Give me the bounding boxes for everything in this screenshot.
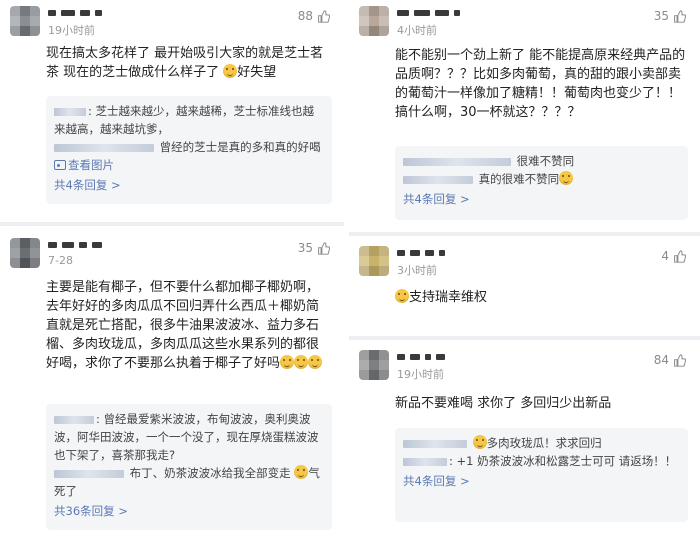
reply-username-blurred[interactable] <box>54 469 124 478</box>
comment-screenshot-collage: 19小时前 88 现在搞太多花样了 最开始吸引大家的就是芝士茗茶 现在的芝士做成… <box>0 0 700 540</box>
avatar[interactable] <box>10 6 40 36</box>
grin-emoji-icon <box>395 289 409 303</box>
smile-emoji-icon <box>223 64 238 78</box>
grin-emoji-icon <box>472 435 487 449</box>
username-blurred[interactable] <box>48 8 102 18</box>
reply-username-blurred[interactable] <box>403 457 447 466</box>
smile-emoji-icon <box>294 355 309 369</box>
reply-item: 曾经的芝士是真的多和真的好喝查看图片 <box>54 138 324 174</box>
reply-username-blurred[interactable] <box>54 415 94 424</box>
like-button[interactable]: 88 <box>298 9 330 23</box>
comment-text: 主要是能有椰子，但不要什么都加椰子椰奶啊，去年好好的多肉瓜瓜不回归弄什么西瓜＋椰… <box>46 278 330 373</box>
like-button[interactable]: 4 <box>661 249 686 263</box>
comment-time: 3小时前 <box>397 264 437 277</box>
username-blurred[interactable] <box>397 248 445 258</box>
comment-card: 19小时前 88 现在搞太多花样了 最开始吸引大家的就是芝士茗茶 现在的芝士做成… <box>0 0 344 218</box>
like-button[interactable]: 84 <box>654 353 686 367</box>
comment-text: 支持瑞幸维权 <box>395 288 686 307</box>
reply-item: : 曾经最爱紫米波波，布甸波波，奥利奥波波，阿华田波波，一个一个没了，现在厚烧蛋… <box>54 412 319 462</box>
comment-time: 7-28 <box>48 254 73 267</box>
divider <box>0 222 344 226</box>
comment-time: 19小时前 <box>48 24 95 37</box>
crying-laughing-emoji-icon <box>559 171 574 185</box>
more-replies-link[interactable]: 共4条回复 > <box>403 472 680 490</box>
like-count: 35 <box>297 241 313 255</box>
reply-box[interactable]: 很难不赞同 真的很难不赞同 共4条回复 > <box>395 146 688 220</box>
avatar[interactable] <box>359 246 389 276</box>
like-button[interactable]: 35 <box>654 9 686 23</box>
reply-box[interactable]: 多肉玫珑瓜！求求回归 : +1 奶茶波波冰和松露芝士可可 请返场！！ 共4条回复… <box>395 428 688 522</box>
reply-item: : +1 奶茶波波冰和松露芝士可可 请返场！！ <box>403 452 680 470</box>
thumbs-up-icon <box>674 353 686 367</box>
smile-emoji-icon <box>280 355 295 369</box>
username-blurred[interactable] <box>48 240 102 250</box>
like-count: 4 <box>661 249 669 263</box>
reply-username-blurred[interactable] <box>54 107 86 116</box>
like-button[interactable]: 35 <box>298 241 330 255</box>
divider <box>349 232 700 236</box>
image-icon <box>54 160 66 170</box>
view-image-link[interactable]: 查看图片 <box>54 158 114 172</box>
reply-box[interactable]: : 曾经最爱紫米波波，布甸波波，奥利奥波波，阿华田波波，一个一个没了，现在厚烧蛋… <box>46 404 332 530</box>
comment-text: 能不能别一个劲上新了 能不能提高原来经典产品的品质啊？？？比如多肉葡萄，真的甜的… <box>395 48 686 120</box>
comment-text: 新品不要难喝 求你了 多回归少出新品 <box>395 396 612 411</box>
comment-card: 7-28 35 主要是能有椰子，但不要什么都加椰子椰奶啊，去年好好的多肉瓜瓜不回… <box>0 232 344 540</box>
like-count: 84 <box>653 353 669 367</box>
more-replies-link[interactable]: 共36条回复 > <box>54 502 324 520</box>
like-count: 35 <box>653 9 669 23</box>
reply-username-blurred[interactable] <box>403 439 467 448</box>
username-blurred[interactable] <box>397 352 445 362</box>
reply-box[interactable]: : 芝士越来越少，越来越稀，芝士标准线也越来越高，越来越坑爹， 曾经的芝士是真的… <box>46 96 332 204</box>
reply-item: 真的很难不赞同 <box>403 170 680 188</box>
divider <box>349 336 700 340</box>
reply-item: 布丁、奶茶波波冰给我全部变走 气死了 <box>54 465 320 498</box>
thumbs-up-icon <box>318 241 330 255</box>
thumbs-up-icon <box>674 249 686 263</box>
more-replies-link[interactable]: 共4条回复 > <box>403 190 680 208</box>
thumbs-up-icon <box>318 9 330 23</box>
crying-laughing-emoji-icon <box>294 465 309 479</box>
comment-time: 4小时前 <box>397 24 437 37</box>
avatar[interactable] <box>10 238 40 268</box>
smile-emoji-icon <box>308 355 323 369</box>
comment-card: 19小时前 84 新品不要难喝 求你了 多回归少出新品 多肉玫珑瓜！求求回归 :… <box>349 344 700 540</box>
reply-username-blurred[interactable] <box>54 143 154 152</box>
reply-item: 多肉玫珑瓜！求求回归 <box>403 434 680 452</box>
comment-card: 3小时前 4 支持瑞幸维权 <box>349 240 700 332</box>
reply-item: 很难不赞同 <box>403 152 680 170</box>
reply-item: : 芝士越来越少，越来越稀，芝士标准线也越来越高，越来越坑爹， <box>54 104 315 136</box>
comment-text: 现在搞太多花样了 最开始吸引大家的就是芝士茗茶 现在的芝士做成什么样子了 好失望 <box>46 46 324 80</box>
avatar[interactable] <box>359 6 389 36</box>
comment-time: 19小时前 <box>397 368 444 381</box>
avatar[interactable] <box>359 350 389 380</box>
reply-username-blurred[interactable] <box>403 157 511 166</box>
comment-card: 4小时前 35 能不能别一个劲上新了 能不能提高原来经典产品的品质啊？？？比如多… <box>349 0 700 228</box>
more-replies-link[interactable]: 共4条回复 > <box>54 176 324 194</box>
username-blurred[interactable] <box>397 8 460 18</box>
reply-username-blurred[interactable] <box>403 175 473 184</box>
like-count: 88 <box>297 9 313 23</box>
thumbs-up-icon <box>674 9 686 23</box>
